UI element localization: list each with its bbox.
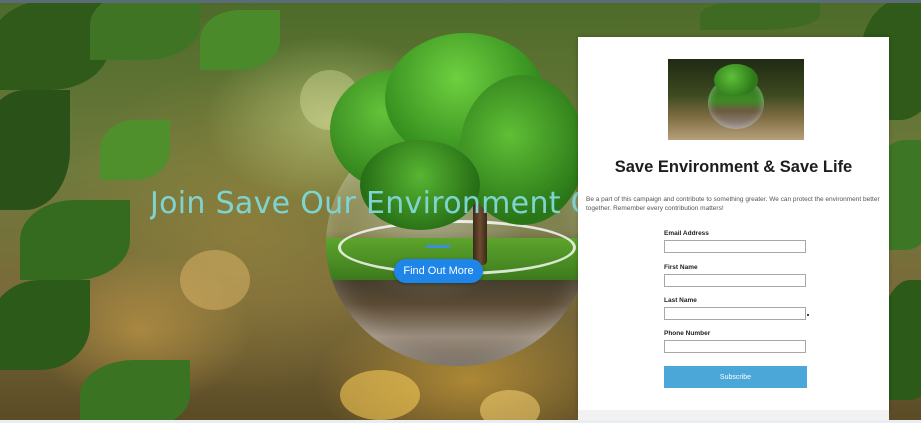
last-name-field[interactable] xyxy=(664,307,806,320)
leaf xyxy=(100,120,170,180)
phone-label: Phone Number xyxy=(664,330,711,337)
first-name-field[interactable] xyxy=(664,274,806,287)
window-top-border xyxy=(0,0,921,3)
last-name-label: Last Name xyxy=(664,297,697,304)
leaf xyxy=(20,200,130,280)
bokeh-light xyxy=(480,390,540,423)
leaf xyxy=(90,0,200,60)
leaf xyxy=(0,280,90,370)
signup-title: Save Environment & Save Life xyxy=(614,158,853,176)
bokeh-light xyxy=(340,370,420,420)
hero-title: Join Save Our Environment Campaign xyxy=(150,186,590,221)
subscribe-button[interactable]: Subscribe xyxy=(664,366,807,388)
campaign-image-tree xyxy=(714,64,758,96)
bokeh-light xyxy=(180,250,250,310)
leaf xyxy=(200,10,280,70)
field-marker xyxy=(807,314,809,316)
email-label: Email Address xyxy=(664,230,709,237)
leaf xyxy=(0,90,70,210)
signup-card: Save Environment & Save Life Be a part o… xyxy=(578,37,889,412)
find-out-more-button[interactable]: Find Out More xyxy=(394,259,483,283)
signup-description: Be a part of this campaign and contribut… xyxy=(586,196,880,212)
email-field[interactable] xyxy=(664,240,806,253)
hero-divider xyxy=(426,245,450,248)
campaign-image xyxy=(668,59,804,140)
phone-field[interactable] xyxy=(664,340,806,353)
leaf xyxy=(700,0,820,30)
leaf xyxy=(80,360,190,423)
first-name-label: First Name xyxy=(664,264,698,271)
